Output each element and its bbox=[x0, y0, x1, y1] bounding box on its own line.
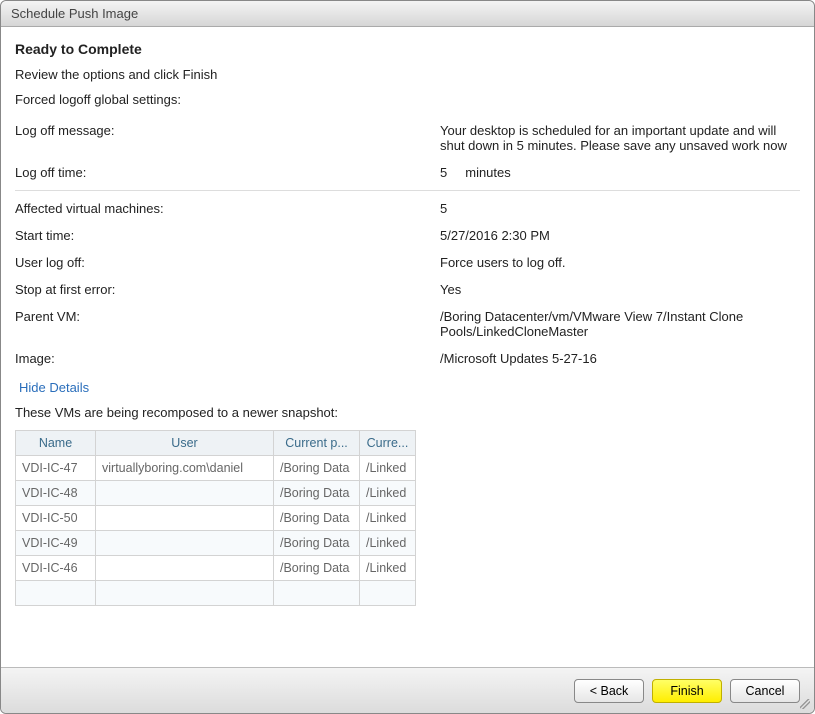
cell-name: VDI-IC-46 bbox=[16, 556, 96, 581]
row-start-time: Start time: 5/27/2016 2:30 PM bbox=[15, 222, 800, 249]
cell-currentImage: /Linked bbox=[360, 481, 416, 506]
table-row[interactable]: VDI-IC-50/Boring Data/Linked bbox=[16, 506, 416, 531]
row-logoff-message: Log off message: Your desktop is schedul… bbox=[15, 117, 800, 159]
table-row-empty bbox=[16, 581, 416, 606]
value-start-time: 5/27/2016 2:30 PM bbox=[440, 228, 800, 243]
table-row[interactable]: VDI-IC-47virtuallyboring.com\daniel/Bori… bbox=[16, 456, 416, 481]
row-stop-first-error: Stop at first error: Yes bbox=[15, 276, 800, 303]
col-current-parent-header[interactable]: Current p... bbox=[274, 431, 360, 456]
back-button[interactable]: < Back bbox=[574, 679, 644, 703]
cell-name: VDI-IC-48 bbox=[16, 481, 96, 506]
value-logoff-time-unit: minutes bbox=[465, 165, 511, 180]
cell-currentParent: /Boring Data bbox=[274, 506, 360, 531]
row-user-logoff: User log off: Force users to log off. bbox=[15, 249, 800, 276]
row-image: Image: /Microsoft Updates 5-27-16 bbox=[15, 345, 800, 372]
cell-user: virtuallyboring.com\daniel bbox=[96, 456, 274, 481]
value-logoff-message: Your desktop is scheduled for an importa… bbox=[440, 123, 800, 153]
section-forced-logoff: Forced logoff global settings: bbox=[15, 92, 800, 107]
table-caption: These VMs are being recomposed to a newe… bbox=[15, 405, 800, 420]
value-user-logoff: Force users to log off. bbox=[440, 255, 800, 270]
label-image: Image: bbox=[15, 351, 440, 366]
cell-currentImage: /Linked bbox=[360, 556, 416, 581]
cell-currentParent: /Boring Data bbox=[274, 456, 360, 481]
label-logoff-message: Log off message: bbox=[15, 123, 440, 153]
table-row[interactable]: VDI-IC-48/Boring Data/Linked bbox=[16, 481, 416, 506]
vm-table: Name User Current p... Curre... VDI-IC-4… bbox=[15, 430, 416, 606]
window-titlebar[interactable]: Schedule Push Image bbox=[1, 1, 814, 27]
value-image: /Microsoft Updates 5-27-16 bbox=[440, 351, 800, 366]
table-row[interactable]: VDI-IC-46/Boring Data/Linked bbox=[16, 556, 416, 581]
cell-currentParent: /Boring Data bbox=[274, 481, 360, 506]
value-stop-first-error: Yes bbox=[440, 282, 800, 297]
label-logoff-time: Log off time: bbox=[15, 165, 440, 180]
cell-currentImage: /Linked bbox=[360, 531, 416, 556]
dialog-content: Ready to Complete Review the options and… bbox=[1, 27, 814, 667]
col-current-image-header[interactable]: Curre... bbox=[360, 431, 416, 456]
col-name-header[interactable]: Name bbox=[16, 431, 96, 456]
label-affected-vms: Affected virtual machines: bbox=[15, 201, 440, 216]
cell-currentImage: /Linked bbox=[360, 506, 416, 531]
window-title: Schedule Push Image bbox=[11, 6, 138, 21]
row-logoff-time: Log off time: 5 minutes bbox=[15, 159, 800, 191]
dialog-footer: < Back Finish Cancel bbox=[1, 667, 814, 713]
label-user-logoff: User log off: bbox=[15, 255, 440, 270]
table-row[interactable]: VDI-IC-49/Boring Data/Linked bbox=[16, 531, 416, 556]
finish-button[interactable]: Finish bbox=[652, 679, 722, 703]
page-subheading: Review the options and click Finish bbox=[15, 67, 800, 82]
cell-user bbox=[96, 556, 274, 581]
value-logoff-time-number: 5 bbox=[440, 165, 447, 180]
label-stop-first-error: Stop at first error: bbox=[15, 282, 440, 297]
table-header-row: Name User Current p... Curre... bbox=[16, 431, 416, 456]
cell-name: VDI-IC-49 bbox=[16, 531, 96, 556]
label-start-time: Start time: bbox=[15, 228, 440, 243]
label-parent-vm: Parent VM: bbox=[15, 309, 440, 339]
cell-currentParent: /Boring Data bbox=[274, 531, 360, 556]
row-parent-vm: Parent VM: /Boring Datacenter/vm/VMware … bbox=[15, 303, 800, 345]
value-parent-vm: /Boring Datacenter/vm/VMware View 7/Inst… bbox=[440, 309, 800, 339]
cell-user bbox=[96, 481, 274, 506]
value-affected-vms: 5 bbox=[440, 201, 800, 216]
cell-currentImage: /Linked bbox=[360, 456, 416, 481]
hide-details-link[interactable]: Hide Details bbox=[15, 372, 800, 405]
col-user-header[interactable]: User bbox=[96, 431, 274, 456]
cell-user bbox=[96, 531, 274, 556]
page-heading: Ready to Complete bbox=[15, 41, 800, 57]
cell-currentParent: /Boring Data bbox=[274, 556, 360, 581]
cancel-button[interactable]: Cancel bbox=[730, 679, 800, 703]
cell-name: VDI-IC-50 bbox=[16, 506, 96, 531]
cell-user bbox=[96, 506, 274, 531]
row-affected-vms: Affected virtual machines: 5 bbox=[15, 195, 800, 222]
cell-name: VDI-IC-47 bbox=[16, 456, 96, 481]
